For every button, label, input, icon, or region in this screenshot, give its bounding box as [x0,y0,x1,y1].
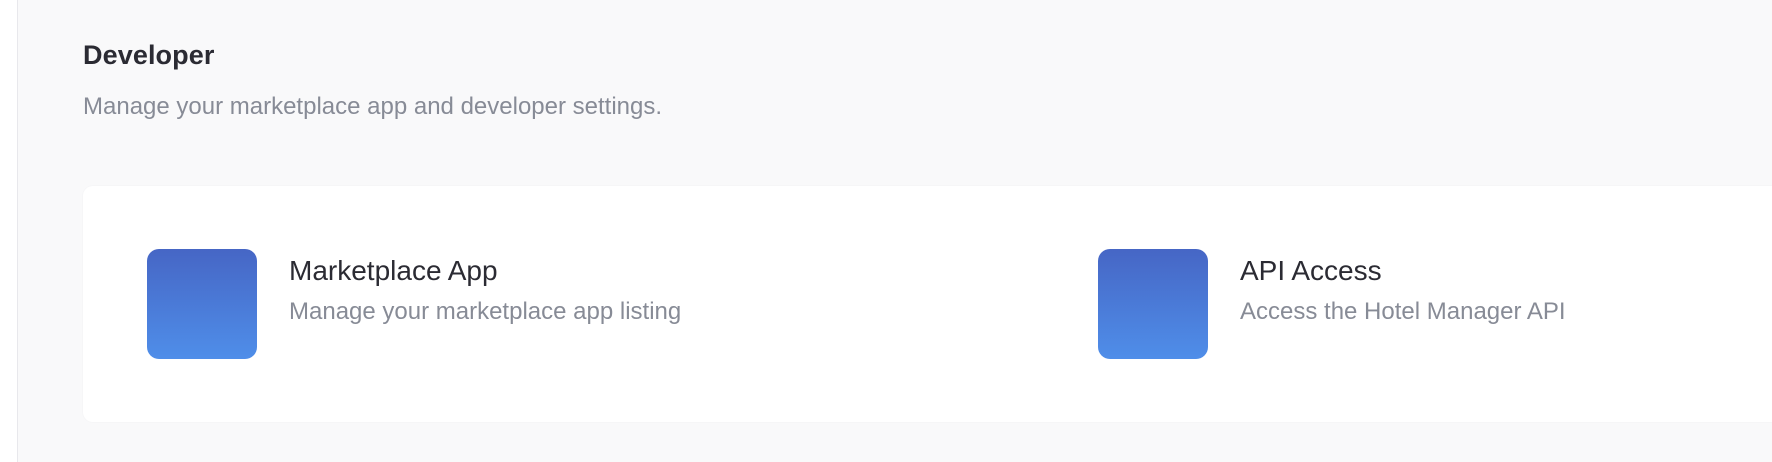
main-content: Developer Manage your marketplace app an… [83,0,1772,462]
developer-options-card: Marketplace App Manage your marketplace … [83,186,1772,422]
sidebar-edge [0,0,18,462]
marketplace-app-title: Marketplace App [289,255,498,286]
api-access-title: API Access [1240,255,1382,286]
api-access-description: Access the Hotel Manager API [1240,298,1566,325]
marketplace-app-text: Marketplace App Manage your marketplace … [289,249,681,327]
marketplace-app-icon [147,249,257,359]
marketplace-app-description: Manage your marketplace app listing [289,298,682,325]
api-access-item[interactable]: API Access Access the Hotel Manager API [1098,249,1566,359]
api-access-icon [1098,249,1208,359]
page-title: Developer [83,40,215,70]
api-access-text: API Access Access the Hotel Manager API [1240,249,1566,327]
app-window: Developer Manage your marketplace app an… [0,0,1772,462]
page-subtitle: Manage your marketplace app and develope… [83,93,663,120]
marketplace-app-item[interactable]: Marketplace App Manage your marketplace … [147,249,681,359]
